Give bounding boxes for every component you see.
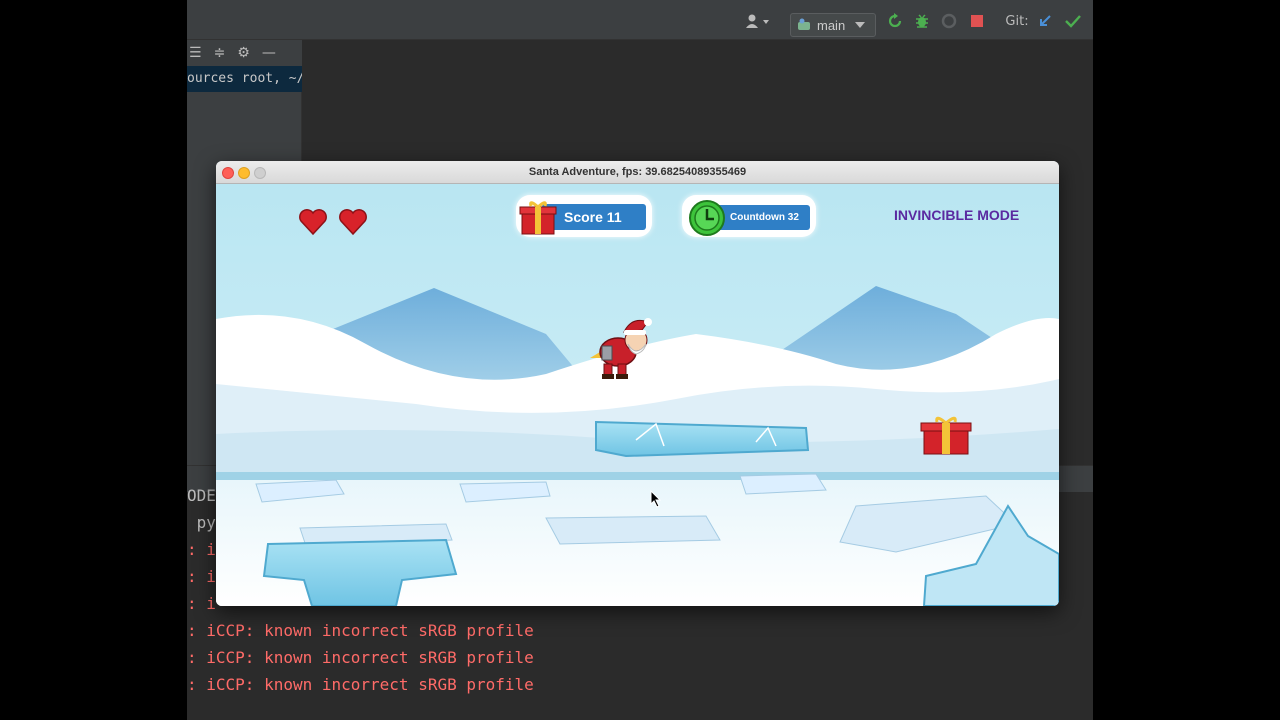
console-line: : iCCP: known incorrect sRGB profile [187, 621, 534, 640]
invincible-mode-label: INVINCIBLE MODE [894, 207, 1020, 223]
gift-pickup [920, 416, 972, 455]
heart-icon [299, 209, 327, 236]
branch-icon [798, 18, 810, 30]
project-panel-toolbar: ☰ ≑ ⚙ — [187, 40, 302, 66]
minimize-icon[interactable]: — [262, 45, 276, 61]
game-background [216, 184, 1059, 606]
stop-button[interactable] [970, 12, 984, 30]
gear-icon[interactable]: ⚙ [237, 45, 250, 61]
countdown-label: Countdown 32 [730, 212, 799, 223]
mouse-cursor-icon [650, 490, 662, 508]
santa-player-sprite [590, 318, 652, 379]
project-root-path[interactable]: ources root, ~/Do [187, 66, 302, 92]
debug-button[interactable] [914, 12, 930, 30]
git-commit-button[interactable] [1065, 12, 1081, 30]
stop-icon [971, 15, 983, 27]
debug-icon [916, 14, 928, 28]
gift-icon [519, 201, 557, 235]
arrow-down-left-icon [1040, 15, 1051, 26]
rerun-button[interactable] [887, 12, 903, 30]
user-menu-button[interactable] [743, 12, 773, 30]
heart-icon [339, 209, 367, 236]
score-label: Score 11 [564, 209, 622, 225]
game-window[interactable]: Santa Adventure, fps: 39.68254089355469 [216, 161, 1059, 606]
expand-all-icon[interactable]: ☰ [189, 45, 202, 61]
git-label: Git: [1005, 13, 1029, 29]
branch-selector[interactable]: main [790, 13, 876, 37]
checkmark-icon [1065, 15, 1081, 28]
game-titlebar[interactable]: Santa Adventure, fps: 39.68254089355469 [216, 161, 1059, 184]
coverage-icon [941, 13, 957, 29]
git-update-button[interactable] [1037, 12, 1053, 30]
chevron-down-icon [855, 22, 866, 28]
ide-toolbar: main Git: [187, 0, 1093, 40]
branch-label: main [817, 17, 846, 33]
game-scene[interactable]: Score 11 Countdown 32 INVINCIBLE MODE [216, 184, 1059, 606]
collapse-all-icon[interactable]: ≑ [214, 45, 226, 61]
score-bar: Score 11 [542, 204, 646, 230]
profile-button[interactable] [941, 12, 957, 30]
clock-icon [689, 200, 725, 236]
console-line: : iCCP: known incorrect sRGB profile [187, 648, 534, 667]
game-window-title: Santa Adventure, fps: 39.68254089355469 [528, 166, 747, 178]
console-line: : iCCP: known incorrect sRGB profile [187, 675, 534, 694]
user-icon [746, 14, 769, 28]
rerun-icon [888, 13, 902, 28]
